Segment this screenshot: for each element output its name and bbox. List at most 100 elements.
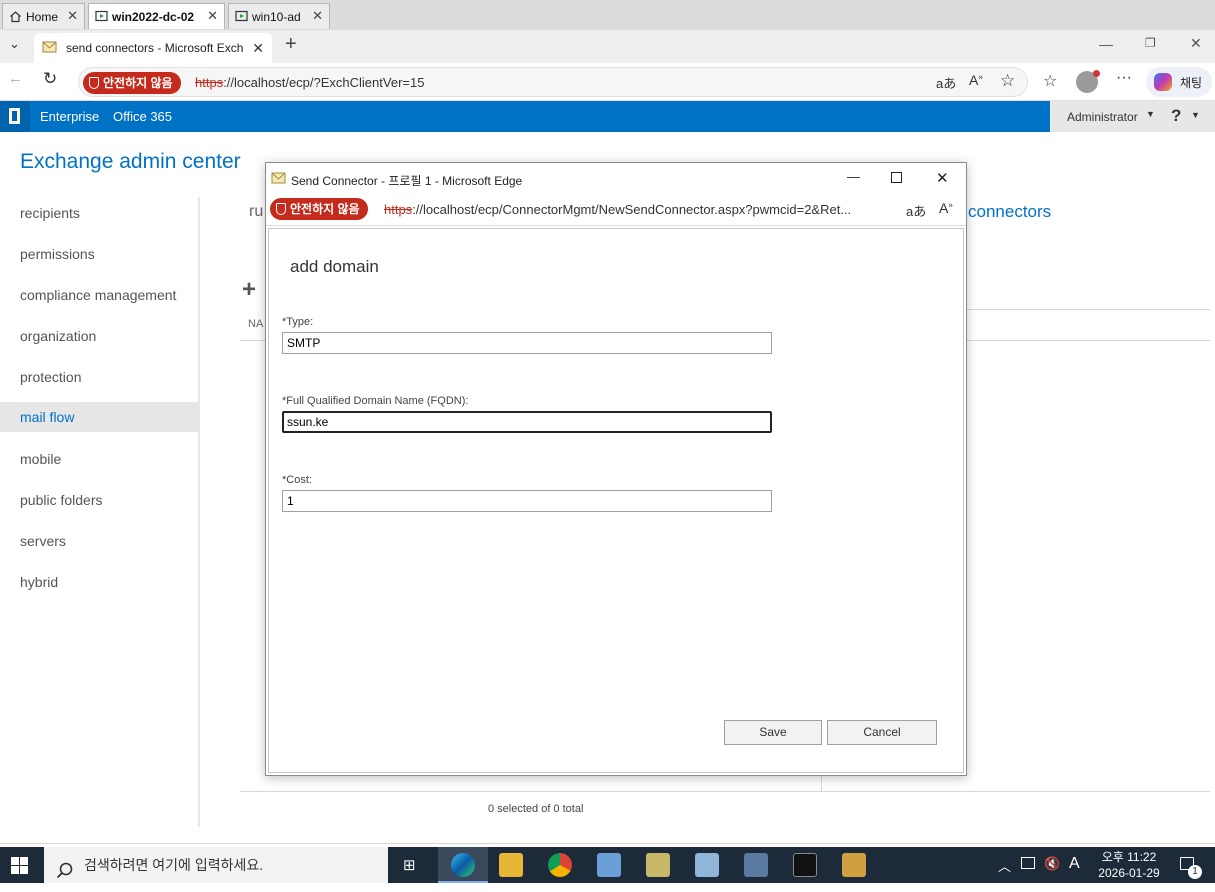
nav-item-mobile[interactable]: mobile: [0, 444, 198, 474]
user-menu[interactable]: Administrator: [1067, 110, 1138, 124]
close-window-icon[interactable]: ✕: [1190, 35, 1202, 52]
chrome-icon[interactable]: [548, 853, 572, 877]
windows-start-icon[interactable]: [11, 857, 28, 879]
help-icon[interactable]: ?: [1171, 106, 1181, 126]
app-icon[interactable]: [842, 853, 866, 877]
network-icon[interactable]: [1021, 857, 1035, 869]
maximize-icon[interactable]: [891, 172, 902, 183]
network-app-icon[interactable]: [744, 853, 768, 877]
subtab-connectors[interactable]: connectors: [968, 202, 1051, 222]
app-icon[interactable]: [646, 853, 670, 877]
task-view-icon[interactable]: ⊞: [403, 856, 416, 874]
translate-icon[interactable]: aあ: [906, 201, 926, 220]
read-aloud-icon[interactable]: A»: [969, 72, 983, 88]
taskbar-search-box[interactable]: 검색하려면 여기에 입력하세요.: [44, 847, 388, 883]
shield-icon: [276, 203, 286, 215]
vm-icon: [95, 10, 108, 23]
not-secure-badge[interactable]: 안전하지 않음: [270, 198, 368, 220]
vm-tab-label: win2022-dc-02: [112, 9, 195, 24]
restore-icon[interactable]: ❐: [1145, 36, 1156, 50]
browser-tab-title: send connectors - Microsoft Exch: [66, 41, 244, 55]
fqdn-field[interactable]: ssun.ke: [282, 411, 772, 433]
profile-avatar[interactable]: [1076, 70, 1100, 93]
browser-tab-strip: ⌄ send connectors - Microsoft Exch ✕ + —…: [0, 30, 1215, 63]
dialog-title-bar: Send Connector - 프로필 1 - Microsoft Edge …: [266, 163, 966, 194]
vm-tab-win2022[interactable]: win2022-dc-02 ✕: [88, 3, 225, 29]
copilot-chat-button[interactable]: 채팅: [1146, 67, 1212, 97]
app-icon[interactable]: [695, 853, 719, 877]
office365-link[interactable]: Office 365: [113, 109, 172, 124]
vm-tab-home[interactable]: Home ✕: [2, 3, 85, 29]
type-label: *Type:: [282, 316, 314, 328]
divider: [0, 843, 1215, 844]
refresh-icon[interactable]: ↻: [43, 69, 57, 89]
chevron-up-icon[interactable]: ︿: [998, 856, 1011, 875]
divider: [967, 340, 1210, 341]
chevron-down-icon[interactable]: ▼: [1146, 109, 1155, 119]
browser-tab-active[interactable]: send connectors - Microsoft Exch ✕: [34, 33, 272, 63]
not-secure-badge[interactable]: 안전하지 않음: [83, 72, 181, 94]
enterprise-link[interactable]: Enterprise: [40, 109, 99, 124]
volume-muted-icon[interactable]: 🔇: [1044, 856, 1060, 872]
nav-item-compliance[interactable]: compliance management: [0, 280, 198, 310]
favorite-star-icon[interactable]: ☆: [1000, 71, 1015, 91]
nav-item-protection[interactable]: protection: [0, 362, 198, 392]
fqdn-label: *Full Qualified Domain Name (FQDN):: [282, 395, 469, 407]
nav-item-mail-flow[interactable]: mail flow: [0, 402, 198, 432]
divider: [821, 776, 822, 791]
server-manager-icon[interactable]: [597, 853, 621, 877]
divider: [240, 340, 266, 341]
shield-icon: [89, 77, 99, 89]
favorites-icon[interactable]: ☆: [1043, 71, 1057, 91]
add-icon[interactable]: +: [242, 276, 256, 304]
divider: [240, 791, 1210, 792]
address-bar[interactable]: 안전하지 않음 https://localhost/ecp/?ExchClien…: [78, 67, 1028, 97]
nav-item-hybrid[interactable]: hybrid: [0, 567, 198, 597]
clock[interactable]: 오후 11:22 2026-01-29: [1090, 849, 1168, 881]
office-logo-icon[interactable]: [0, 101, 30, 132]
column-header-name[interactable]: NA: [248, 318, 263, 330]
url-scheme: https: [384, 202, 413, 217]
nav-item-recipients[interactable]: recipients: [0, 198, 198, 228]
type-field[interactable]: SMTP: [282, 332, 772, 354]
page-title: Exchange admin center: [20, 150, 241, 173]
search-placeholder: 검색하려면 여기에 입력하세요.: [84, 857, 264, 873]
close-icon[interactable]: ✕: [207, 8, 218, 24]
tab-list-chevron-icon[interactable]: ⌄: [9, 36, 20, 52]
home-icon: [9, 10, 22, 23]
translate-icon[interactable]: aあ: [936, 73, 956, 92]
close-icon[interactable]: ✕: [312, 8, 323, 24]
close-icon[interactable]: ✕: [936, 169, 949, 187]
minimize-icon[interactable]: —: [1099, 36, 1113, 52]
chevron-down-icon[interactable]: ▼: [1191, 110, 1200, 120]
subtab-rules-partial[interactable]: ru: [249, 203, 263, 221]
not-secure-label: 안전하지 않음: [290, 202, 360, 216]
save-button[interactable]: Save: [724, 720, 822, 745]
cancel-button[interactable]: Cancel: [827, 720, 937, 745]
more-menu-icon[interactable]: ···: [1116, 69, 1132, 87]
file-explorer-icon[interactable]: [499, 853, 523, 877]
close-icon[interactable]: ✕: [67, 8, 78, 24]
send-connector-dialog: Send Connector - 프로필 1 - Microsoft Edge …: [265, 162, 967, 776]
terminal-icon[interactable]: [793, 853, 817, 877]
ime-indicator[interactable]: A: [1069, 855, 1080, 873]
back-icon[interactable]: ←: [8, 70, 23, 87]
edge-app-icon[interactable]: [438, 847, 488, 883]
url-text[interactable]: https://localhost/ecp/?ExchClientVer=15: [195, 75, 424, 90]
nav-item-permissions[interactable]: permissions: [0, 239, 198, 269]
search-icon: [56, 856, 73, 892]
minimize-icon[interactable]: —: [847, 169, 860, 184]
url-path: ://localhost/ecp/ConnectorMgmt/NewSendCo…: [412, 202, 852, 217]
nav-item-public-folders[interactable]: public folders: [0, 485, 198, 515]
address-bar-row: ← ↻ 안전하지 않음 https://localhost/ecp/?ExchC…: [0, 63, 1215, 101]
dialog-url-text[interactable]: https://localhost/ecp/ConnectorMgmt/NewS…: [384, 202, 851, 217]
cost-field[interactable]: 1: [282, 490, 772, 512]
nav-divider: [198, 197, 200, 827]
vm-tab-win10[interactable]: win10-ad ✕: [228, 3, 330, 29]
read-aloud-icon[interactable]: A»: [939, 200, 953, 216]
clock-date: 2026-01-29: [1098, 866, 1160, 880]
nav-item-servers[interactable]: servers: [0, 526, 198, 556]
nav-item-organization[interactable]: organization: [0, 321, 198, 351]
new-tab-icon[interactable]: +: [285, 33, 297, 56]
close-icon[interactable]: ✕: [252, 40, 264, 57]
